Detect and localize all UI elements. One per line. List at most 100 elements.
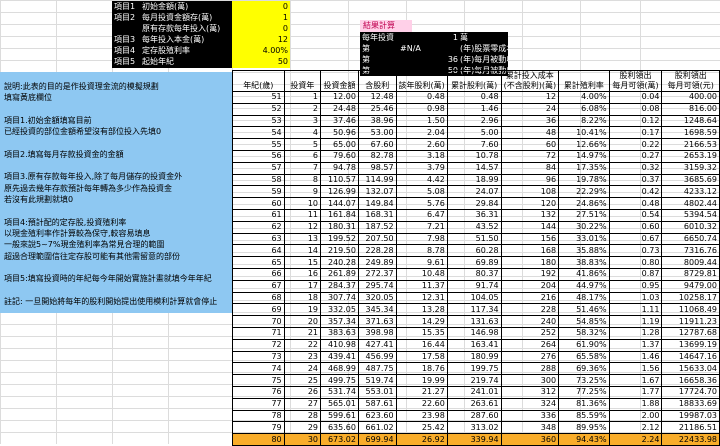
table-cell: 48.17%: [558, 291, 610, 305]
table-cell: 17.35%: [558, 161, 610, 175]
table-cell: 15: [283, 256, 322, 269]
table-cell: 207.50: [357, 232, 397, 246]
table-cell: 73: [232, 350, 285, 364]
note-line: 已經投資的部位金額希望沒有部位投入先填0: [4, 127, 162, 137]
table-cell: 1: [283, 91, 322, 104]
table-cell: 623.60: [357, 409, 397, 423]
table-cell: 8009.44: [661, 256, 720, 269]
table-cell: 23: [283, 350, 322, 364]
table-cell: 519.74: [357, 374, 397, 387]
table-cell: 11: [283, 208, 322, 222]
result-row: 每年投資 1 萬: [360, 32, 508, 43]
table-cell: 383.63: [320, 326, 359, 340]
table-cell: 29: [283, 421, 322, 435]
table-cell: 9: [283, 185, 322, 199]
result-c1: 每年投資: [362, 33, 394, 42]
table-cell: 228: [500, 303, 560, 317]
table-cell: 24: [500, 102, 560, 116]
table-cell: 0.87: [608, 267, 663, 281]
table-cell: 3.18: [395, 149, 448, 163]
table-cell: 0.17: [608, 126, 663, 140]
table-cell: 5.00: [446, 126, 502, 140]
note-line: 原先過去幾年存款預計每年轉為多少作為投資金: [4, 183, 172, 193]
table-cell: 15.35: [395, 326, 448, 340]
table-cell: 71: [232, 326, 285, 340]
table-cell: 22: [283, 338, 322, 352]
table-cell: 11068.49: [661, 303, 720, 317]
table-cell: 7.21: [395, 220, 448, 234]
table-cell: 72: [500, 149, 560, 163]
table-cell: 180.99: [446, 350, 502, 364]
table-cell: 156: [500, 232, 560, 246]
table-cell: 3: [283, 114, 322, 128]
table-cell: 51.50: [446, 232, 502, 246]
table-cell: 79.60: [320, 149, 359, 163]
table-cell: 82.78: [357, 149, 397, 163]
table-cell: 12: [283, 220, 322, 234]
table-cell: 3159.32: [661, 161, 720, 175]
table-cell: 7316.76: [661, 244, 720, 258]
table-cell: 29.84: [446, 197, 502, 210]
table-cell: 26: [283, 385, 322, 399]
table-cell: 65.00: [320, 138, 359, 151]
table-cell: 332.05: [320, 303, 359, 317]
table-cell: 1.03: [608, 291, 663, 305]
table-row: 78 28 599.61 623.60 23.98 287.60 336 85.59% 2.00…: [232, 409, 720, 423]
table-cell: 219.50: [320, 244, 359, 258]
table-cell: 66: [232, 267, 285, 281]
table-cell: 1.56: [608, 362, 663, 376]
table-row: 62 12 180.31 187.52 7.21 43.52 144 30.22% 0.60 60…: [232, 220, 720, 234]
table-cell: 300: [500, 374, 560, 387]
table-cell: 15633.04: [661, 362, 720, 376]
table-cell: 0.37: [608, 173, 663, 187]
result-title: 結果計算: [360, 20, 412, 32]
table-cell: 59: [232, 185, 285, 199]
column-header: 該年股利(萬): [395, 70, 448, 92]
table-cell: 14647.16: [661, 350, 720, 364]
table-cell: 240: [500, 315, 560, 328]
column-header: 累計殖利率: [558, 70, 610, 92]
table-cell: 35.88%: [558, 244, 610, 258]
table-cell: 7.60: [446, 138, 502, 151]
table-cell: 12.48: [357, 91, 397, 104]
param-value-input[interactable]: 50: [232, 56, 290, 68]
table-cell: 38.83%: [558, 256, 610, 269]
table-cell: 0.48: [446, 91, 502, 104]
table-row: 75 25 499.75 519.74 19.99 219.74 300 73.25% 1.67…: [232, 374, 720, 387]
table-cell: 14: [283, 244, 322, 258]
column-header: 累計股利(萬): [446, 70, 502, 92]
table-cell: 33.01%: [558, 232, 610, 246]
table-row: 52 2 24.48 25.46 0.98 1.46 24 6.08% 0.08 816.00: [232, 102, 720, 116]
table-cell: 9479.00: [661, 279, 720, 293]
table-cell: 25.42: [395, 421, 448, 435]
result-c4: (年)股票零成本: [460, 44, 508, 53]
table-cell: 16.44: [395, 338, 448, 352]
table-cell: 18833.69: [661, 397, 720, 411]
table-cell: 54: [232, 126, 285, 140]
note-line: 超過合理範圍信往定存股可能有其他需留意的部份: [4, 251, 180, 261]
table-cell: 18.99: [446, 173, 502, 187]
table-cell: 2: [283, 102, 322, 116]
table-cell: 1698.59: [661, 126, 720, 140]
table-cell: 312: [500, 385, 560, 399]
table-row: 71 21 383.63 398.98 15.35 146.98 252 58.32% 1.28…: [232, 326, 720, 340]
result-c3: [434, 43, 460, 54]
table-cell: 180: [500, 256, 560, 269]
table-cell: 55: [232, 138, 285, 151]
table-cell: 57: [232, 161, 285, 175]
instructions-panel: 說明:此表的目的是作投資理金流的模擬規劃 填寫黃底欄位 項目1.初始金額填寫目前 已經…: [0, 72, 232, 313]
table-cell: 5: [283, 138, 322, 151]
table-row: 64 14 219.50 228.28 8.78 60.28 168 35.88% 0.73 73…: [232, 244, 720, 258]
table-cell: 336: [500, 409, 560, 423]
table-cell: 85.59%: [558, 409, 610, 423]
table-cell: 22.29%: [558, 185, 610, 199]
table-row: 57 7 94.78 98.57 3.79 14.57 84 17.35% 0.32 3159.3…: [232, 161, 720, 175]
table-cell: 13699.19: [661, 338, 720, 352]
table-cell: 89.95%: [558, 421, 610, 435]
table-row: 68 18 307.74 320.05 12.31 104.05 216 48.17% 1.03…: [232, 291, 720, 305]
table-cell: 357.34: [320, 315, 359, 328]
table-cell: 78: [232, 409, 285, 423]
table-cell: 13: [283, 232, 322, 246]
table-cell: 161.84: [320, 208, 359, 222]
table-cell: 261.89: [320, 267, 359, 281]
